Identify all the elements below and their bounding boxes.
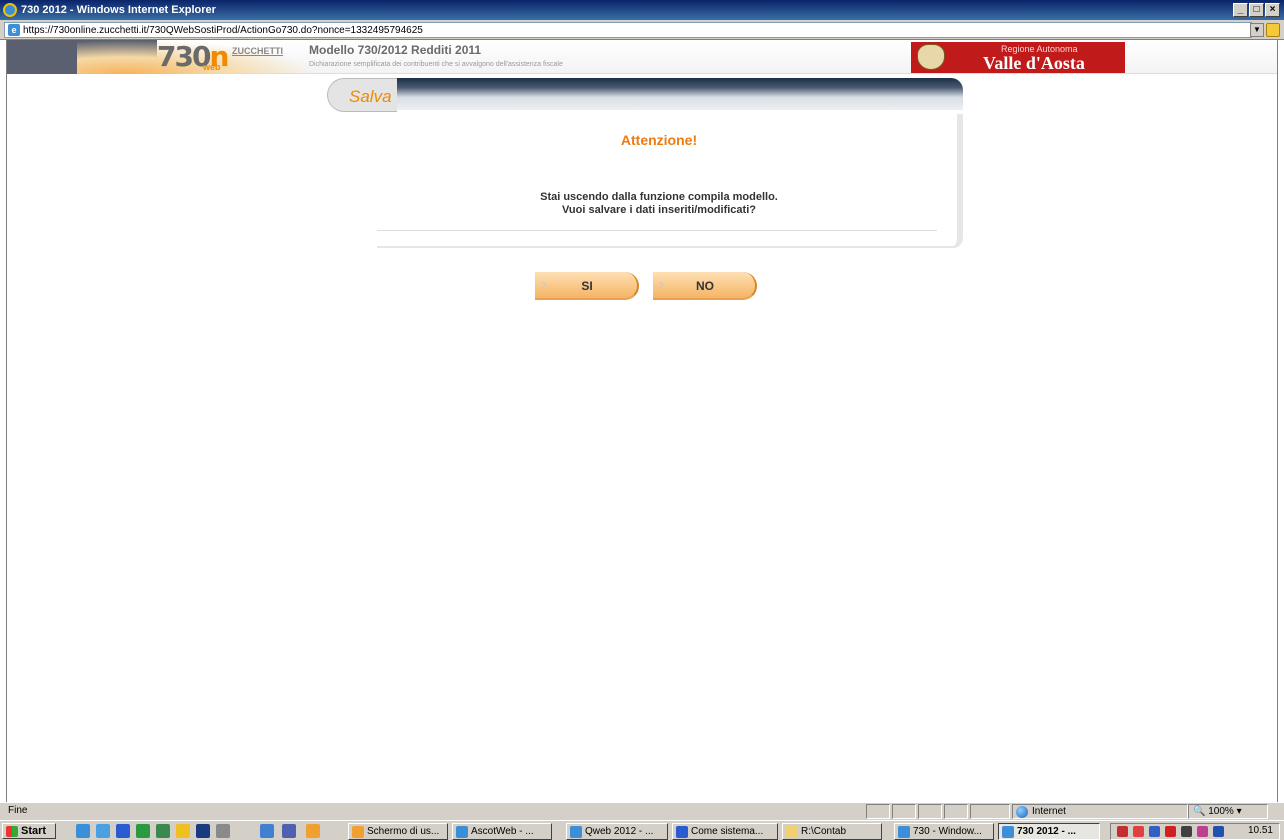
dialog-message-line1: Stai uscendo dalla funzione compila mode… — [540, 191, 778, 203]
window-controls: _ □ × — [1233, 3, 1280, 17]
status-cell — [944, 804, 968, 819]
taskbar-item[interactable]: Schermo di us... — [348, 823, 448, 840]
app-quicklaunch-icon[interactable] — [260, 824, 274, 838]
url-field[interactable]: e https://730online.zucchetti.it/730QWeb… — [4, 22, 1252, 38]
ie-icon — [456, 826, 468, 838]
app-icon — [352, 826, 364, 838]
start-button[interactable]: Start — [2, 823, 56, 839]
close-button[interactable]: × — [1265, 3, 1280, 17]
app-quicklaunch-icon[interactable] — [282, 824, 296, 838]
dialog-divider — [377, 230, 937, 231]
tray-icon[interactable] — [1165, 826, 1176, 837]
url-text: https://730online.zucchetti.it/730QWebSo… — [23, 24, 423, 36]
address-dropdown-button[interactable]: ▼ — [1250, 23, 1264, 37]
zoom-icon: 🔍 — [1193, 806, 1206, 817]
app-quicklaunch-icon[interactable] — [156, 824, 170, 838]
taskbar-item-label: Qweb 2012 - ... — [585, 826, 654, 837]
zoom-control[interactable]: 🔍 100% ▾ — [1188, 804, 1268, 819]
page-title: Modello 730/2012 Redditi 2011 — [309, 43, 482, 57]
yes-button[interactable]: › SI — [535, 272, 639, 300]
ie-icon — [1002, 826, 1014, 838]
app-quicklaunch-icon[interactable] — [216, 824, 230, 838]
no-button-label: NO — [696, 279, 714, 293]
maximize-button[interactable]: □ — [1249, 3, 1264, 17]
taskbar-item-label: Come sistema... — [691, 826, 764, 837]
tray-icon[interactable] — [1117, 826, 1128, 837]
zoom-level: 100% — [1208, 806, 1234, 817]
dialog-heading: Attenzione! — [620, 132, 698, 148]
no-button[interactable]: › NO — [653, 272, 757, 300]
chevron-down-icon: ▾ — [1236, 806, 1242, 817]
region-crest-icon — [917, 44, 945, 70]
address-bar: e https://730online.zucchetti.it/730QWeb… — [0, 20, 1284, 40]
internet-explorer-icon — [3, 3, 17, 17]
status-cell — [918, 804, 942, 819]
status-cell — [970, 804, 1010, 819]
security-zone-label: Internet — [1032, 806, 1066, 817]
region-banner: Regione Autonoma Valle d'Aosta — [911, 42, 1125, 73]
globe-icon — [1016, 805, 1028, 818]
status-text: Fine — [8, 805, 28, 816]
browser-quicklaunch-icon[interactable] — [96, 824, 110, 838]
taskbar-item-active[interactable]: 730 2012 - ... — [998, 823, 1100, 840]
tray-icon[interactable] — [1133, 826, 1144, 837]
status-cell — [892, 804, 916, 819]
taskbar-item-label: 730 - Window... — [913, 826, 982, 837]
page-subtitle: Dichiarazione semplificata dei contribue… — [309, 61, 563, 68]
star-quicklaunch-icon[interactable] — [176, 824, 190, 838]
taskbar: Start Schermo di us... AscotWeb - ... Qw… — [0, 820, 1284, 840]
clock: 10.51 — [1247, 825, 1273, 836]
status-bar: Fine Internet 🔍 100% ▾ — [0, 802, 1284, 820]
window-title: 730 2012 - Windows Internet Explorer — [21, 4, 216, 16]
window-title-bar[interactable]: 730 2012 - Windows Internet Explorer _ □… — [0, 0, 1284, 20]
taskbar-item[interactable]: R:\Contab — [782, 823, 882, 840]
app-quicklaunch-icon[interactable] — [306, 824, 320, 838]
tray-icon[interactable] — [1213, 826, 1224, 837]
dialog-message-line2: Vuoi salvare i dati inseriti/modificati? — [562, 204, 756, 216]
word-quicklaunch-icon[interactable] — [116, 824, 130, 838]
word-icon — [676, 826, 688, 838]
dialog-section-title: Salva — [349, 87, 392, 106]
tray-icon[interactable] — [1181, 826, 1192, 837]
security-zone[interactable]: Internet — [1012, 804, 1188, 819]
tray-icon[interactable] — [1149, 826, 1160, 837]
windows-flag-icon — [6, 825, 18, 837]
status-cell — [866, 804, 890, 819]
logo-web: web — [203, 62, 221, 72]
region-label: Valle d'Aosta — [983, 53, 1085, 73]
taskbar-item[interactable]: Come sistema... — [672, 823, 778, 840]
tray-icon[interactable] — [1197, 826, 1208, 837]
app-quicklaunch-icon[interactable] — [196, 824, 210, 838]
yes-button-label: SI — [581, 279, 593, 293]
app-quicklaunch-icon[interactable] — [236, 824, 250, 838]
page-icon: e — [8, 24, 20, 36]
taskbar-item-label: 730 2012 - ... — [1017, 826, 1076, 837]
excel-quicklaunch-icon[interactable] — [136, 824, 150, 838]
ie-icon — [898, 826, 910, 838]
dialog-message: Stai uscendo dalla funzione compila mode… — [377, 191, 941, 217]
taskbar-item-label: R:\Contab — [801, 826, 847, 837]
site-header: 730n web ZUCCHETTI Modello 730/2012 Redd… — [7, 40, 1277, 74]
start-label: Start — [21, 825, 47, 837]
minimize-button[interactable]: _ — [1233, 3, 1248, 17]
folder-icon — [786, 826, 798, 838]
taskbar-item-label: AscotWeb - ... — [471, 826, 534, 837]
taskbar-item[interactable]: 730 - Window... — [894, 823, 994, 840]
zucchetti-logo: ZUCCHETTI — [232, 46, 283, 56]
ie-icon — [570, 826, 582, 838]
taskbar-item[interactable]: AscotWeb - ... — [452, 823, 552, 840]
dialog-header: Salva — [327, 78, 963, 112]
taskbar-item[interactable]: Qweb 2012 - ... — [566, 823, 668, 840]
dialog-body: Attenzione! Stai uscendo dalla funzione … — [377, 114, 963, 248]
logo-number: 730 — [157, 40, 211, 73]
taskbar-item-label: Schermo di us... — [367, 826, 440, 837]
lock-icon[interactable] — [1266, 23, 1280, 37]
system-tray: 10.51 — [1110, 823, 1280, 840]
page-content: 730n web ZUCCHETTI Modello 730/2012 Redd… — [6, 40, 1278, 802]
ie-quicklaunch-icon[interactable] — [76, 824, 90, 838]
dialog-header-bar — [347, 78, 963, 110]
